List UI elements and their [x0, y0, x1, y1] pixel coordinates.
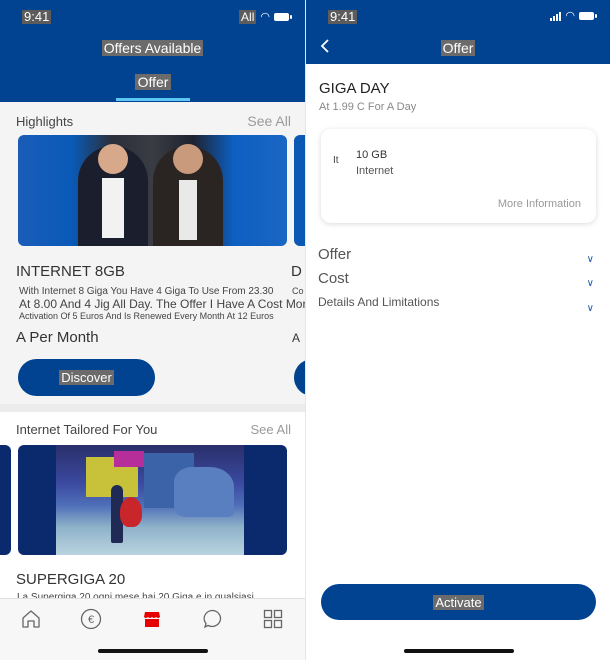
ice-skating-scene-image	[56, 445, 244, 555]
accordion-cost[interactable]: Cost ∨	[318, 270, 594, 289]
status-time: 9:41	[328, 9, 358, 24]
tailored-title: Internet Tailored For You	[16, 422, 158, 437]
battery-icon	[274, 13, 292, 21]
next-offer-description: Co	[292, 286, 304, 296]
offers-available-screen: 9:41 All ◠ Offers Available Offer Highli…	[0, 0, 305, 660]
tab-offer[interactable]: Offer	[116, 74, 190, 92]
next-offer-price-period: A	[292, 331, 301, 345]
next-highlight-card-image[interactable]	[294, 135, 305, 246]
nav-home[interactable]	[18, 607, 44, 631]
internet-icon: It	[333, 155, 339, 166]
highlights-header: Highlights See All	[16, 113, 291, 129]
next-discover-button[interactable]	[294, 359, 305, 396]
offer-name: GIGA DAY	[319, 80, 390, 97]
activate-button[interactable]: Activate	[321, 584, 596, 620]
tailored-offer-name: SUPERGIGA 20	[16, 571, 126, 588]
data-amount-label: Internet	[356, 165, 394, 177]
chevron-down-icon: ∨	[586, 254, 594, 265]
tailored-see-all-link[interactable]: See All	[251, 422, 291, 437]
tailored-card-image[interactable]	[18, 445, 287, 555]
section-divider	[0, 404, 305, 412]
wifi-icon: ◠	[260, 11, 270, 23]
offer-price-period: A Per Month	[16, 329, 99, 346]
offer-info-card: It 10 GB Internet More Information	[321, 129, 596, 223]
status-bar: 9:41 ◠	[306, 0, 610, 32]
grid-icon	[263, 609, 283, 629]
home-icon	[22, 610, 40, 628]
offer-description: With Internet 8 Giga You Have 4 Giga To …	[19, 286, 305, 321]
home-indicator	[404, 649, 514, 653]
svg-text:€: €	[88, 614, 94, 626]
nav-payments[interactable]: €	[78, 607, 104, 631]
next-offer-name: D	[291, 263, 302, 280]
accordion-offer[interactable]: Offer ∨	[318, 246, 594, 265]
highlights-title: Highlights	[16, 113, 74, 129]
person-image	[78, 144, 148, 246]
wifi-icon: ◠	[565, 10, 575, 22]
person-image	[153, 144, 223, 246]
top-header: 9:41 All ◠ Offers Available Offer	[0, 0, 305, 102]
more-information-link[interactable]: More Information	[498, 198, 581, 210]
battery-icon	[579, 12, 597, 20]
carrier-label: All	[239, 10, 257, 24]
data-amount: 10 GB	[356, 149, 388, 161]
accordion-details-limitations[interactable]: Details And Limitations ∨	[318, 295, 594, 314]
status-bar: 9:41 All ◠	[0, 0, 305, 32]
tailored-header: Internet Tailored For You See All	[16, 422, 291, 437]
offer-name: INTERNET 8GB	[16, 263, 125, 280]
highlights-see-all-link[interactable]: See All	[247, 113, 291, 129]
nav-menu[interactable]	[260, 607, 286, 631]
offer-detail-screen: 9:41 ◠ Offer GIGA DAY At 1.99 C For A Da…	[305, 0, 610, 660]
offer-price: At 1.99 C For A Day	[319, 101, 417, 113]
top-header: 9:41 ◠ Offer	[306, 0, 610, 64]
shop-icon	[144, 612, 160, 627]
euro-icon: €	[80, 608, 102, 630]
bottom-navigation: €	[0, 598, 305, 660]
nav-chat[interactable]	[200, 607, 226, 631]
home-indicator	[98, 649, 208, 653]
active-tab-indicator	[116, 98, 190, 101]
chevron-down-icon: ∨	[586, 303, 594, 314]
signal-icon	[550, 11, 562, 21]
highlight-card-image[interactable]	[18, 135, 287, 246]
nav-shop[interactable]	[139, 607, 165, 631]
prev-tailored-card-image[interactable]	[0, 445, 11, 555]
status-time: 9:41	[22, 9, 52, 24]
chat-icon	[203, 609, 222, 629]
page-title: Offers Available	[101, 40, 204, 56]
page-title: Offer	[440, 40, 476, 56]
chevron-down-icon: ∨	[586, 278, 594, 289]
discover-button[interactable]: Discover	[18, 359, 155, 396]
